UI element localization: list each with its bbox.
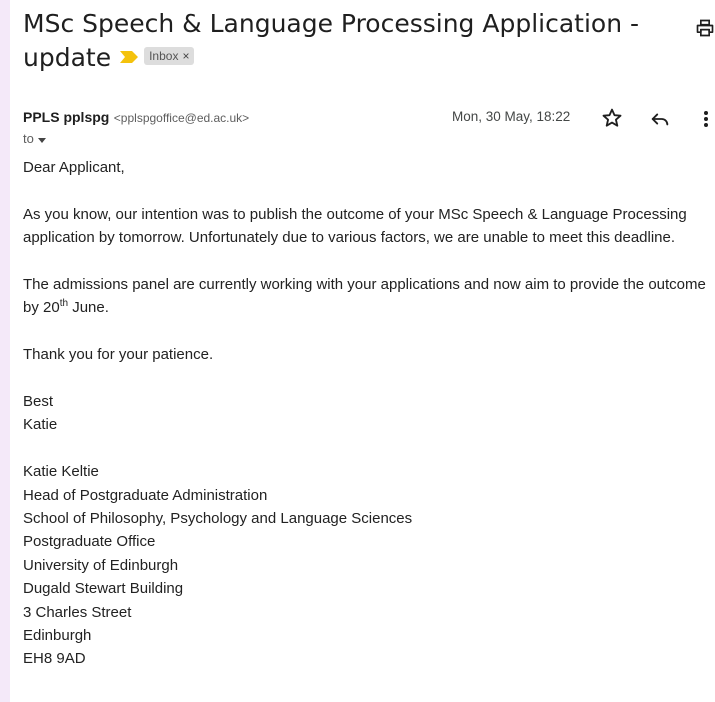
inbox-label-chip[interactable]: Inbox × — [144, 47, 195, 65]
chevron-down-icon[interactable] — [37, 135, 47, 145]
remove-label-button[interactable]: × — [182, 49, 189, 63]
signature-line: Dugald Stewart Building — [23, 580, 184, 598]
signature-line: School of Philosophy, Psychology and Lan… — [23, 510, 413, 528]
body-paragraph-2: The admissions panel are currently worki… — [23, 276, 706, 317]
signature-line: 3 Charles Street — [23, 603, 132, 621]
body-paragraph-1: As you know, our intention was to publis… — [23, 205, 687, 247]
print-icon[interactable] — [695, 18, 715, 38]
signature-line: Head of Postgraduate Administration — [23, 486, 268, 504]
signature: Katie Keltie Head of Postgraduate Admini… — [23, 460, 715, 671]
email-subject: MSc Speech & Language Processing Applica… — [23, 7, 663, 75]
recipients-label: to — [23, 131, 34, 146]
closing-word: Best — [23, 393, 54, 410]
email-view: MSc Speech & Language Processing Applica… — [23, 0, 715, 694]
message-header: PPLS pplspg <pplspgoffice@ed.ac.uk> Mon,… — [23, 107, 715, 130]
sender-name[interactable]: PPLS pplspg — [23, 109, 109, 125]
signature-line: EH8 9AD — [23, 650, 86, 668]
greeting: Dear Applicant, — [23, 159, 125, 176]
closing-name: Katie — [23, 416, 58, 434]
recipients-row[interactable]: to — [23, 130, 715, 148]
more-options-icon[interactable] — [696, 108, 715, 130]
signature-line: Edinburgh — [23, 627, 92, 645]
closing: Best Katie — [23, 390, 715, 437]
star-icon[interactable] — [601, 107, 623, 129]
reply-icon[interactable] — [649, 108, 671, 130]
message-body: Dear Applicant, As you know, our intenti… — [23, 156, 715, 671]
message-date: Mon, 30 May, 18:22 — [452, 109, 571, 124]
signature-line: University of Edinburgh — [23, 556, 179, 574]
subject-row: MSc Speech & Language Processing Applica… — [23, 0, 715, 75]
signature-line: Katie Keltie — [23, 463, 99, 481]
left-side-strip — [0, 0, 10, 702]
body-paragraph-3: Thank you for your patience. — [23, 346, 214, 364]
sender-email: <pplspgoffice@ed.ac.uk> — [113, 111, 250, 125]
importance-marker-icon[interactable] — [120, 51, 139, 63]
signature-line: Postgraduate Office — [23, 533, 156, 551]
inbox-label-text: Inbox — [149, 49, 179, 63]
subject-text: MSc Speech & Language Processing Applica… — [23, 9, 640, 72]
